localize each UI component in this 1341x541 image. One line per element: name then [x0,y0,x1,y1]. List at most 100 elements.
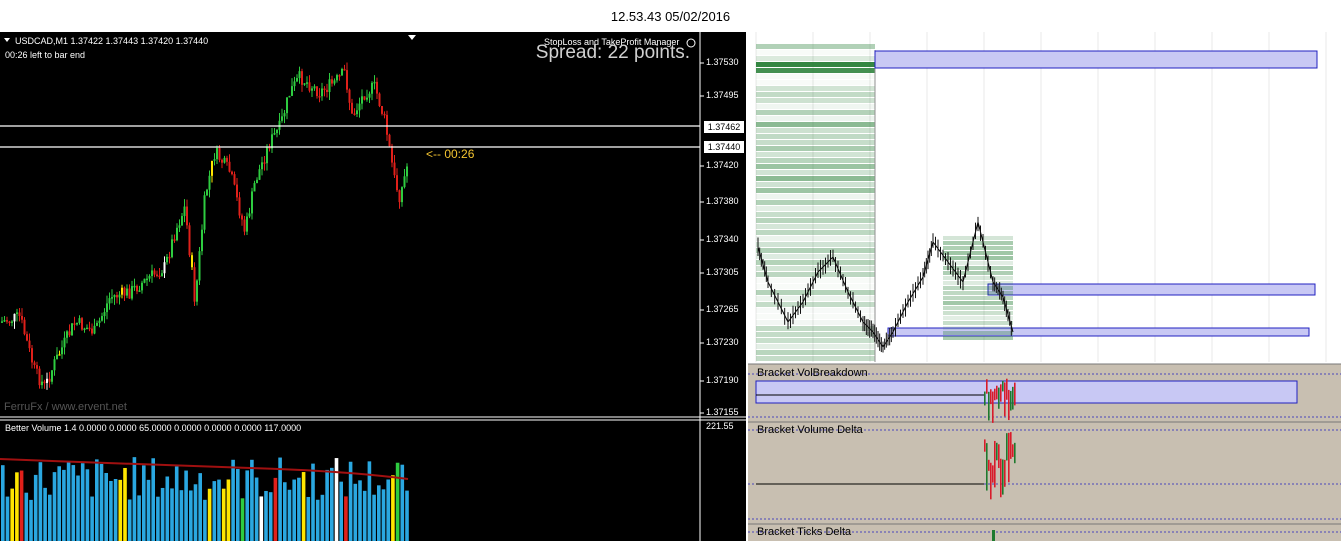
candle-body [228,161,231,172]
profile-row [756,44,875,49]
volume-bar [221,488,226,541]
countdown-label: <-- 00:26 [426,147,475,161]
candle-body [203,195,206,230]
volume-bar [85,469,90,541]
volume-bar [334,458,339,541]
volume-bar [391,475,395,541]
candle-body [373,81,376,84]
volume-bar [137,495,141,541]
profile-row [756,200,875,205]
delta-bar [1004,459,1006,487]
candle-body [188,225,191,256]
candle-body [38,368,41,386]
candle-body [391,146,393,163]
candle-body [256,179,258,184]
candle-body [116,295,118,298]
profile-row [756,134,875,139]
price-tick: 1.37265 [706,304,739,314]
profile-row [756,80,875,85]
bracket-box [755,380,1298,404]
candle-body [53,359,56,371]
profile-row [943,276,1013,280]
candle-body [11,321,13,323]
delta-bar [992,530,995,541]
profile-row [756,236,875,241]
volume-bar [250,459,254,541]
profile-row [756,152,875,157]
volume-bar [132,457,137,541]
volume-bar [287,489,292,541]
price-tick: 1.37305 [706,267,739,277]
volume-bar [5,496,10,541]
candle-body [216,147,218,160]
candle-body [123,287,126,296]
candle-body [388,134,391,147]
volume-bar [259,496,264,541]
profile-row [756,50,875,55]
profile-row [756,110,875,115]
subwindow-title: Bracket Volume Delta [757,424,863,436]
volume-bar [179,490,184,541]
bracket-chart-window[interactable]: Bracket VolBreakdown Bracket Volume Delt… [748,32,1341,541]
profile-row [943,236,1013,240]
candle-body [403,176,406,188]
candle-body [51,370,53,382]
profile-row [943,281,1013,285]
candle-body [208,175,211,190]
volume-bar [273,477,278,541]
profile-row [756,224,875,229]
delta-bar [996,385,998,400]
volume-bar [48,494,52,541]
candle-body [258,169,261,180]
line-price-label: 1.37462 [703,120,745,134]
candle-body [108,298,111,304]
volume-bar [142,465,146,541]
candle-body [331,79,333,84]
volume-max-label: 221.55 [706,421,734,431]
market-profile-chart[interactable] [748,32,1341,541]
delta-bar [994,440,996,488]
profile-row [756,170,875,175]
candle-body [306,82,308,84]
candle-body [361,96,363,104]
candlestick-chart[interactable] [0,32,746,541]
profile-row [756,188,875,193]
volume-bar [381,489,386,541]
bar-end-timer: 00:26 left to bar end [5,50,86,60]
profile-row [756,344,875,349]
candle-body [368,93,371,98]
delta-bar [1000,458,1002,498]
volume-bar [372,494,376,541]
volume-bar [15,472,19,541]
candle-body [206,189,208,196]
delta-bar [1012,444,1014,457]
delta-bar [990,462,992,500]
volume-bar [353,483,358,541]
profile-row [943,241,1013,245]
delta-bar [996,442,998,461]
profile-row [756,314,875,319]
volume-bar [57,466,61,541]
profile-row [943,256,1013,260]
candle-body [261,162,263,170]
volume-bar [268,492,273,541]
candle-body [36,365,38,369]
candle-body [213,159,216,161]
delta-bar [998,444,1000,469]
volume-indicator-header: Better Volume 1.4 0.0000 0.0000 65.0000 … [5,423,302,433]
candle-body [351,102,353,114]
candle-body [288,95,291,98]
candle-body [181,216,183,226]
volume-bar [193,484,198,541]
volume-bar [113,479,118,541]
profile-row [756,68,875,73]
candle-body [248,213,251,217]
candle-body [266,147,268,164]
candle-body [131,286,133,299]
candle-body [311,88,313,91]
candle-body [286,97,288,114]
candle-body [31,348,33,363]
candle-body [178,225,181,228]
price-chart-window[interactable]: USDCAD,M1 1.37422 1.37443 1.37420 1.3744… [0,32,746,541]
delta-bar [990,389,992,405]
